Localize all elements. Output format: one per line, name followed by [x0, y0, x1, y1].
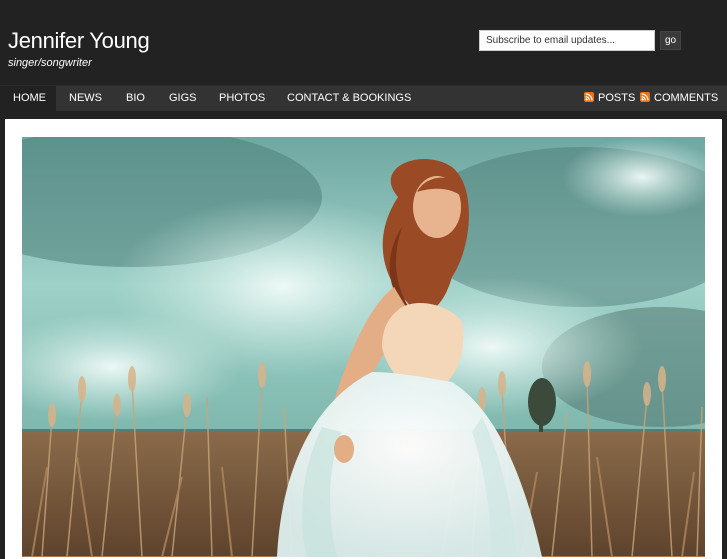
site-header: Jennifer Young singer/songwriter go — [0, 0, 727, 85]
feed-posts-label: POSTS — [598, 92, 636, 104]
nav-item-home[interactable]: HOME — [0, 86, 56, 111]
subscribe-email-input[interactable] — [479, 30, 655, 51]
nav-item-photos[interactable]: PHOTOS — [206, 86, 278, 111]
nav-item-bio[interactable]: BIO — [113, 86, 158, 111]
main-navigation: HOME NEWS BIO GIGS PHOTOS CONTACT & BOOK… — [0, 85, 727, 111]
feed-comments-label: COMMENTS — [654, 92, 719, 104]
subscribe-go-button[interactable]: go — [660, 31, 681, 50]
hero-photo-illustration — [22, 137, 705, 557]
nav-item-contact-bookings[interactable]: CONTACT & BOOKINGS — [274, 86, 424, 111]
site-tagline: singer/songwriter — [8, 57, 92, 69]
feed-comments-link[interactable]: COMMENTS — [640, 86, 718, 111]
feed-posts-link[interactable]: POSTS — [584, 86, 635, 111]
content-area — [5, 119, 722, 559]
hero-photo — [22, 137, 705, 557]
nav-item-news[interactable]: NEWS — [56, 86, 115, 111]
rss-icon — [640, 92, 650, 102]
nav-item-gigs[interactable]: GIGS — [156, 86, 210, 111]
rss-icon — [584, 92, 594, 102]
site-title[interactable]: Jennifer Young — [8, 28, 150, 54]
